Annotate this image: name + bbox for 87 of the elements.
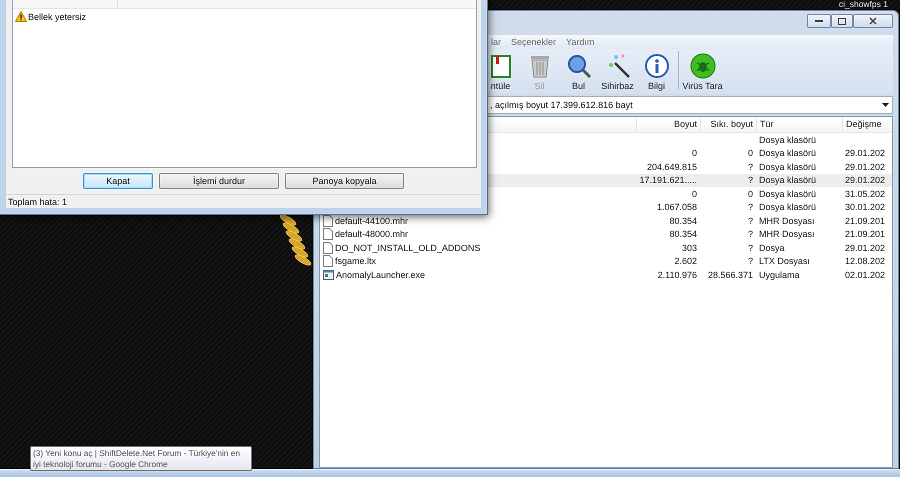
menu-item[interactable]: Yardım (566, 37, 594, 47)
tooltip: (3) Yeni konu aç | ShiftDelete.Net Forum - Türkiye'nin en iyi teknoloji forumu - Google Chrome (30, 446, 252, 471)
file-icon (323, 228, 333, 240)
column-header[interactable]: Boyut (636, 117, 700, 132)
toolbar-button[interactable]: Virüs Tara (683, 53, 722, 91)
size-cell-text: 303 (680, 242, 698, 253)
file-name: AnomalyLauncher.exe (320, 270, 636, 280)
file-row[interactable]: default-44100.mhr 80.354 ? MHR Dosyası 21.09.201 (320, 214, 892, 228)
menu-item[interactable]: lar (491, 37, 502, 47)
type-cell-text: Dosya (758, 242, 786, 253)
type-cell-text: Dosya klasörü (758, 188, 818, 199)
column-header[interactable]: Tür (756, 117, 842, 132)
file-row[interactable]: fsgame.ltx 2.602 ? LTX Dosyası 12.08.202 (320, 254, 892, 268)
application-icon (323, 270, 334, 280)
date-cell-text: 21.09.201 (844, 229, 886, 240)
packed-size-cell-text: ? (746, 242, 754, 253)
date-cell-text: 02.01.202 (844, 270, 886, 280)
size-cell-text: 80.354 (668, 216, 698, 226)
size-cell-text: 2.110.976 (656, 270, 698, 280)
dialog-button[interactable]: Kapat (83, 173, 153, 189)
packed-size-cell-text: ? (746, 175, 754, 186)
minimize-button[interactable] (807, 14, 831, 28)
type-cell-text: Dosya klasörü (758, 162, 818, 172)
type-cell-text: MHR Dosyası (758, 216, 816, 226)
packed-size-cell-text: ? (746, 162, 754, 172)
file-row[interactable]: DO_NOT_INSTALL_OLD_ADDONS 303 ? Dosya 29.01.202 (320, 241, 892, 254)
packed-size-cell-text: 0 (746, 148, 754, 158)
minimize-icon (815, 20, 823, 22)
column-header[interactable]: Değişme (842, 117, 887, 132)
file-icon (323, 255, 333, 268)
size-cell-text: 2.602 (673, 256, 698, 266)
date-cell-text: 21.09.201 (844, 216, 886, 226)
file-row[interactable]: AnomalyLauncher.exe 2.110.976 28.566.371 Uygulama 02.01.202 (320, 268, 892, 282)
packed-size-cell-text: ? (746, 202, 754, 212)
packed-size-cell-text: ? (746, 216, 754, 226)
type-cell-text: LTX Dosyası (758, 256, 811, 266)
menu-item[interactable]: Seçenekler (511, 37, 556, 47)
size-cell-text: 0 (690, 188, 698, 199)
maximize-icon (838, 18, 846, 24)
warning-icon (15, 11, 27, 22)
toolbar-button[interactable]: ntüle (481, 53, 520, 91)
error-count: Toplam hata: 1 (8, 196, 68, 206)
date-cell-text: 12.08.202 (844, 256, 886, 266)
type-cell-text: Dosya klasörü (758, 202, 818, 212)
file-icon (323, 242, 333, 254)
type-cell-text: Dosya klasörü (758, 134, 818, 145)
date-cell-text: 29.01.202 (844, 162, 886, 172)
info-icon (644, 53, 670, 79)
laurel-drawing (280, 214, 314, 266)
file-name: default-44100.mhr (320, 214, 636, 227)
type-cell-text: Dosya klasörü (758, 148, 818, 158)
file-icon (323, 214, 333, 227)
toolbar-button[interactable]: Bilgi (637, 53, 676, 91)
error-message: Bellek yetersiz (28, 12, 86, 22)
maximize-button[interactable] (831, 14, 853, 28)
bug-icon (690, 53, 716, 79)
dialog-button[interactable]: İşlemi durdur (159, 173, 279, 189)
close-icon (869, 17, 877, 25)
file-name: fsgame.ltx (320, 255, 636, 268)
packed-size-cell-text: ? (746, 256, 754, 266)
date-cell-text: 29.01.202 (844, 242, 886, 253)
file-row[interactable]: default-48000.mhr 80.354 ? MHR Dosyası 21.09.201 (320, 228, 892, 241)
date-cell-text: 31.05.202 (844, 188, 886, 199)
magnifier-icon (566, 53, 592, 79)
close-button[interactable] (853, 14, 893, 28)
dialog-button[interactable]: Panoya kopyala (285, 173, 404, 189)
date-cell-text: 29.01.202 (844, 175, 886, 186)
size-cell-text: 204.649.815 (646, 162, 698, 172)
packed-size-cell-text: ? (746, 229, 754, 240)
packed-size-cell-text: 0 (746, 188, 754, 199)
type-cell-text: MHR Dosyası (758, 229, 816, 240)
column-header[interactable]: Sıkı. boyut (700, 117, 756, 132)
file-name: default-48000.mhr (320, 228, 636, 240)
toolbar-button[interactable]: Sihirbaz (598, 53, 637, 91)
type-cell-text: Dosya klasörü (758, 175, 818, 186)
size-cell-text: 0 (690, 148, 698, 158)
dropdown-caret-icon[interactable] (882, 103, 889, 107)
packed-size-cell-text: 28.566.371 (706, 270, 754, 280)
size-cell-text: 80.354 (668, 229, 698, 240)
desktop-caption: ci_showfps 1 (838, 0, 888, 9)
date-cell-text: 30.01.202 (844, 202, 886, 212)
file-name: DO_NOT_INSTALL_OLD_ADDONS (320, 242, 636, 254)
toolbar-button[interactable]: Bul (559, 53, 598, 91)
size-cell-text: 17.191.621..... (638, 175, 698, 186)
size-cell-text: 1.067.058 (656, 202, 698, 212)
date-cell-text: 29.01.202 (844, 148, 886, 158)
type-cell-text: Uygulama (758, 270, 801, 280)
